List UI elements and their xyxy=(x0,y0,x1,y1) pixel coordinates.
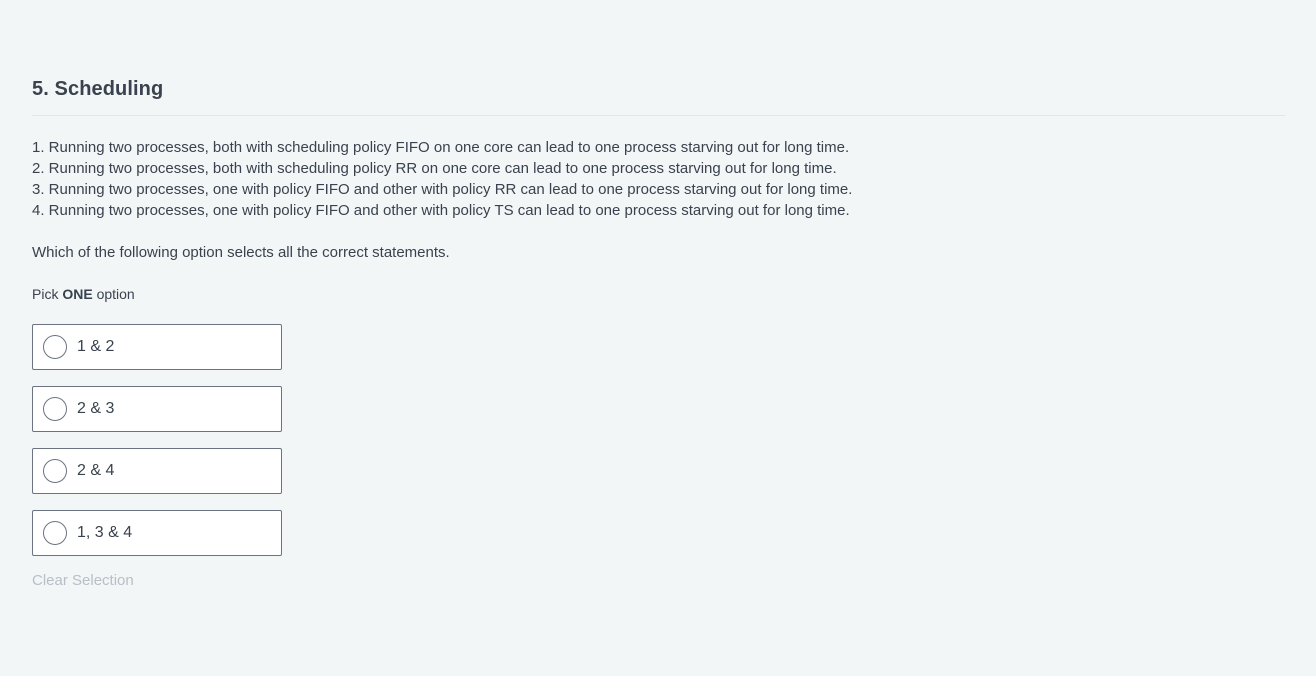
option-2-and-3[interactable]: 2 & 3 xyxy=(32,386,282,432)
statement-3: 3. Running two processes, one with polic… xyxy=(32,181,853,198)
pick-suffix: option xyxy=(96,286,135,302)
pick-prefix: Pick xyxy=(32,286,59,302)
option-1-3-and-4[interactable]: 1, 3 & 4 xyxy=(32,510,282,556)
radio-button-icon[interactable] xyxy=(43,521,67,545)
option-label: 2 & 3 xyxy=(77,400,115,417)
question-title: 5. Scheduling xyxy=(32,78,164,100)
radio-button-icon[interactable] xyxy=(43,335,67,359)
radio-button-icon[interactable] xyxy=(43,459,67,483)
option-label: 1 & 2 xyxy=(77,338,115,355)
pick-instruction: Pick ONE option xyxy=(32,284,135,304)
option-2-and-4[interactable]: 2 & 4 xyxy=(32,448,282,494)
clear-selection-link[interactable]: Clear Selection xyxy=(32,570,134,591)
option-label: 1, 3 & 4 xyxy=(77,524,133,541)
statement-4: 4. Running two processes, one with polic… xyxy=(32,202,850,219)
question-prompt: Which of the following option selects al… xyxy=(32,244,450,261)
pick-emphasis: ONE xyxy=(62,286,93,302)
option-label: 2 & 4 xyxy=(77,462,115,479)
statement-2: 2. Running two processes, both with sche… xyxy=(32,160,837,177)
option-list: 1 & 2 2 & 3 2 & 4 1, 3 & 4 xyxy=(32,324,282,572)
statement-list: 1. Running two processes, both with sche… xyxy=(32,137,1232,221)
title-divider xyxy=(32,115,1285,116)
statement-1: 1. Running two processes, both with sche… xyxy=(32,139,850,156)
option-1-and-2[interactable]: 1 & 2 xyxy=(32,324,282,370)
radio-button-icon[interactable] xyxy=(43,397,67,421)
